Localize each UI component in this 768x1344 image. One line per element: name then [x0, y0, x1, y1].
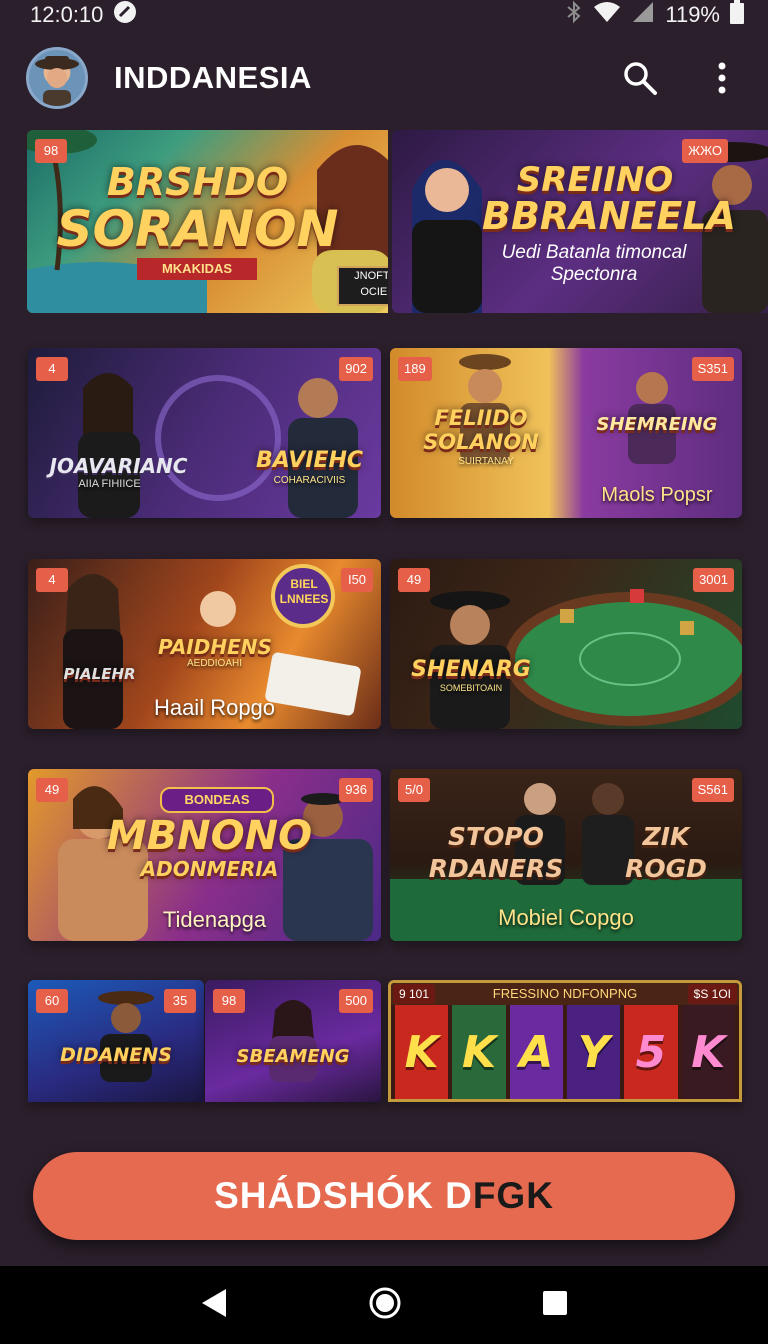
game-badge: 3001 — [693, 568, 734, 592]
game-tile[interactable]: 189 S351 FELIIDO SOLANON SUIRTANAY SHEMR… — [390, 348, 742, 518]
game-tile[interactable]: 49 3001 SHENARG SOMEBITOAIN — [390, 559, 742, 729]
game-badge: 500 — [339, 989, 373, 1013]
game-title: FELIIDO SOLANON — [423, 406, 539, 454]
game-badge: 49 — [398, 568, 430, 592]
game-title-secondary: BAVIEHC — [255, 448, 364, 473]
game-badge: S351 — [691, 357, 734, 381]
promo-circle-text: BIEL LNNEES — [279, 577, 329, 606]
game-subtitle: AEDDIOAHI — [186, 658, 242, 669]
banner-title-line2: SORANON — [56, 200, 339, 258]
game-badge: S561 — [691, 778, 734, 802]
game-label: Haail Ropgo — [153, 695, 276, 720]
game-badge: 98 — [35, 139, 67, 163]
game-badge: 60 — [36, 989, 68, 1013]
game-title: MBNONO — [106, 813, 313, 859]
cta-label-light: SHÁDSHÓK D — [214, 1175, 473, 1216]
banner-caption-line1: JNOFTAR TMRI — [354, 270, 388, 282]
game-title-secondary: SHEMREING — [596, 414, 718, 435]
game-badge: 5/0 — [398, 778, 430, 802]
banner-caption-line2: OCIERS NIDI — [360, 286, 388, 298]
back-icon[interactable] — [200, 1287, 228, 1324]
game-art — [78, 373, 358, 518]
game-art — [430, 589, 742, 729]
game-subtitle-secondary: COHARACIVIIS — [273, 475, 346, 486]
game-tile[interactable]: FRESSINO NDFONPNG 9 101 $S 1OI K K A Y 5… — [388, 980, 742, 1102]
slot-reel: K — [681, 1005, 735, 1099]
wifi-icon — [593, 1, 621, 29]
game-subtitle: ADONMERIA — [140, 857, 279, 881]
status-time: 12:0:10 — [30, 2, 104, 27]
game-badge: 4 — [36, 357, 68, 381]
status-bar: 12:0:10 119% — [0, 0, 768, 30]
game-badge: 4 — [36, 568, 68, 592]
search-icon[interactable] — [620, 58, 660, 98]
game-subtitle: AIIA FIHIICE — [78, 478, 141, 490]
game-ribbon: BONDEAS — [160, 787, 274, 813]
game-badge: 49 — [36, 778, 68, 802]
game-grid: 98 BRSHDO SORANON MKAKIDAS JNOFTAR TMRI … — [0, 128, 768, 1118]
game-title-secondary: PIALEHR — [63, 665, 136, 683]
recents-icon[interactable] — [542, 1290, 568, 1321]
game-label: Mobiel Copgo — [498, 905, 634, 930]
game-tile[interactable]: 4 I50 BIEL LNNEES PAIDHENS AEDDIOAHI PIA… — [28, 559, 381, 729]
game-subtitle: SOMEBITOAIN — [439, 683, 503, 693]
game-tile[interactable]: 98 500 SBEAMENG — [205, 980, 381, 1102]
notification-icon — [113, 0, 137, 30]
banner-title-line2: BBRANEELA — [482, 194, 736, 238]
slot-reel: Y — [566, 1005, 621, 1099]
battery-percentage: 119% — [665, 2, 720, 27]
home-icon[interactable] — [368, 1286, 402, 1325]
game-badge: 9 101 — [393, 984, 436, 1004]
game-label: Maols Popsr — [601, 484, 713, 506]
game-title: STOPO RDANERS — [428, 822, 564, 883]
app-bar: INDDANESIA — [0, 38, 768, 118]
slot-reel: K — [452, 1005, 506, 1099]
slot-reel: K — [395, 1005, 449, 1099]
banner-title-line1: BRSHDO — [106, 160, 289, 204]
cta-label-dark: FGK — [472, 1175, 554, 1216]
banner-desc-line2: Spectonra — [550, 264, 638, 285]
game-badge: 35 — [164, 989, 196, 1013]
slot-header: FRESSINO NDFONPNG — [391, 983, 739, 1005]
banner-caption-box: JNOFTAR TMRI OCIERS NIDI — [337, 266, 388, 306]
game-title: SBEAMENG — [236, 1046, 350, 1067]
game-badge: 902 — [339, 357, 373, 381]
game-tile[interactable]: 4 902 JOAVARIANC AIIA FIHIICE BAVIEHC CO… — [28, 348, 381, 518]
signal-icon — [631, 1, 655, 29]
app-title: INDDANESIA — [114, 60, 312, 95]
game-tile[interactable]: 5/0 S561 STOPO RDANERS ZIK ROGD Mobiel C… — [390, 769, 742, 941]
featured-banners: 98 BRSHDO SORANON MKAKIDAS JNOFTAR TMRI … — [27, 130, 768, 313]
game-title: DIDANENS — [60, 1044, 172, 1066]
banner-ribbon: MKAKIDAS — [137, 258, 257, 280]
battery-icon — [730, 0, 744, 30]
game-badge: I50 — [341, 568, 373, 592]
game-title: SHENARG — [411, 657, 531, 682]
more-options-icon[interactable] — [702, 58, 742, 98]
game-subtitle: SUIRTANAY — [458, 456, 514, 467]
game-badge: $S 1OI — [687, 984, 737, 1004]
game-badge: 98 — [213, 989, 245, 1013]
slot-reel: A — [509, 1005, 563, 1099]
game-tile[interactable]: 60 35 DIDANENS — [28, 980, 204, 1102]
system-nav-bar — [0, 1266, 768, 1344]
avatar[interactable] — [26, 47, 88, 109]
game-title: PAIDHENS — [158, 635, 272, 659]
featured-banner[interactable]: 98 BRSHDO SORANON MKAKIDAS JNOFTAR TMRI … — [27, 130, 388, 313]
featured-banner[interactable]: ЖЖО SREIINO BBRANEELA Uedi Batanla timon… — [392, 130, 768, 313]
game-title-secondary: ZIK ROGD — [625, 822, 707, 883]
game-label: Tidenapga — [162, 907, 267, 932]
slot-reel: 5 — [624, 1005, 678, 1099]
slot-reels: K K A Y 5 K — [391, 1005, 739, 1099]
bluetooth-icon — [565, 0, 583, 30]
banner-desc-line1: Uedi Batanla timoncal — [501, 242, 687, 263]
game-title: JOAVARIANC — [49, 454, 188, 478]
primary-action-button[interactable]: SHÁDSHÓK D FGK — [33, 1152, 735, 1240]
game-badge: 189 — [398, 357, 432, 381]
game-tile[interactable]: 49 936 BONDEAS MBNONO ADONMERIA Tidenapg… — [28, 769, 381, 941]
banner-description: Uedi Batanla timoncal Spectonra — [488, 242, 700, 286]
game-badge: 936 — [339, 778, 373, 802]
